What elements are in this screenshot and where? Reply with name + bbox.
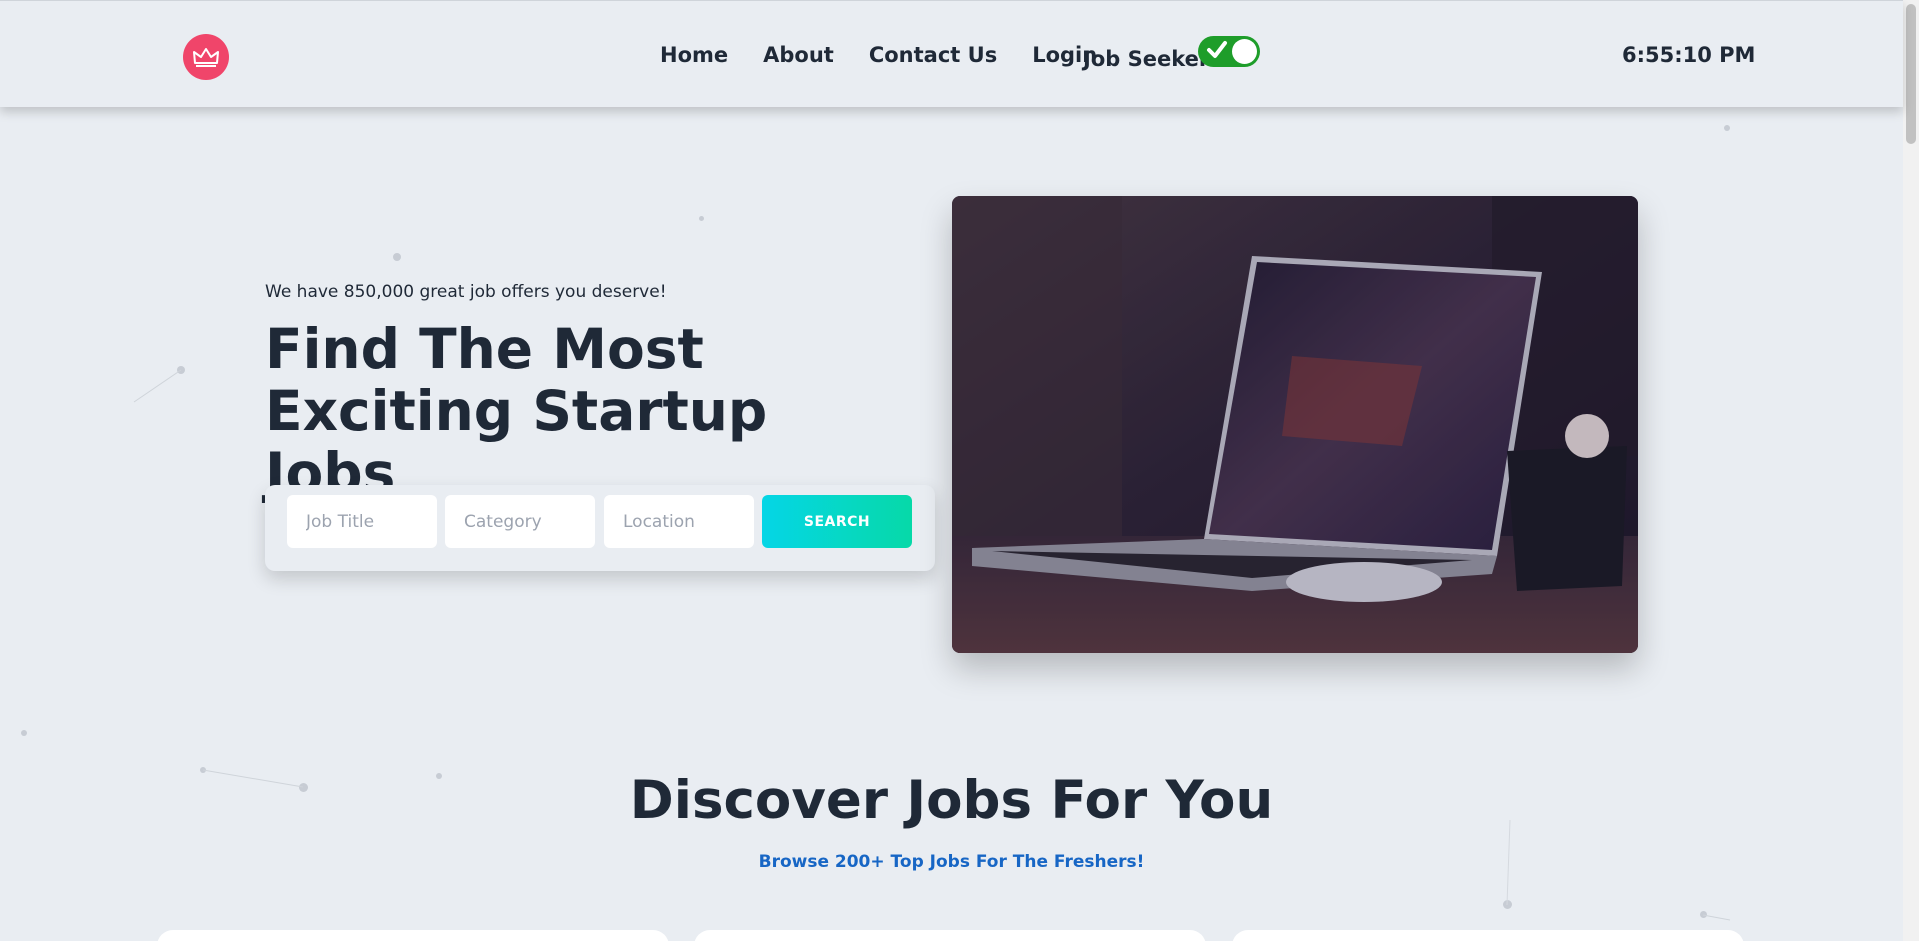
page-scrollbar[interactable]: [1903, 0, 1919, 941]
job-title-input[interactable]: [287, 495, 437, 548]
top-navbar: Home About Contact Us Login Job Seeker 6…: [0, 0, 1903, 107]
crown-logo[interactable]: [183, 34, 229, 80]
hero-subtitle: We have 850,000 great job offers you des…: [265, 282, 667, 302]
discover-title: Discover Jobs For You: [629, 770, 1274, 831]
search-button[interactable]: SEARCH: [762, 495, 912, 548]
hero-laptop-image: [952, 196, 1638, 653]
nav-about-link[interactable]: About: [763, 43, 834, 67]
clock-display: 6:55:10 PM: [1622, 43, 1756, 67]
scrollbar-thumb[interactable]: [1906, 4, 1916, 144]
nav-home-link[interactable]: Home: [660, 43, 728, 67]
location-input[interactable]: [604, 495, 754, 548]
job-card[interactable]: [694, 930, 1206, 941]
job-seeker-toggle[interactable]: [1198, 36, 1260, 67]
crown-icon: [193, 48, 219, 67]
job-card[interactable]: [157, 930, 669, 941]
main-nav: Home About Contact Us Login: [660, 43, 1132, 67]
job-search-form: SEARCH: [265, 485, 935, 571]
toggle-knob: [1232, 39, 1257, 64]
nav-contact-link[interactable]: Contact Us: [869, 43, 997, 67]
discover-subtitle: Browse 200+ Top Jobs For The Freshers!: [758, 852, 1145, 872]
job-card[interactable]: [1232, 930, 1744, 941]
job-seeker-label: Job Seeker: [1083, 47, 1210, 71]
hero-title: Find The Most Exciting Startup Jobs: [265, 317, 768, 505]
category-input[interactable]: [445, 495, 595, 548]
check-icon: [1207, 41, 1227, 58]
